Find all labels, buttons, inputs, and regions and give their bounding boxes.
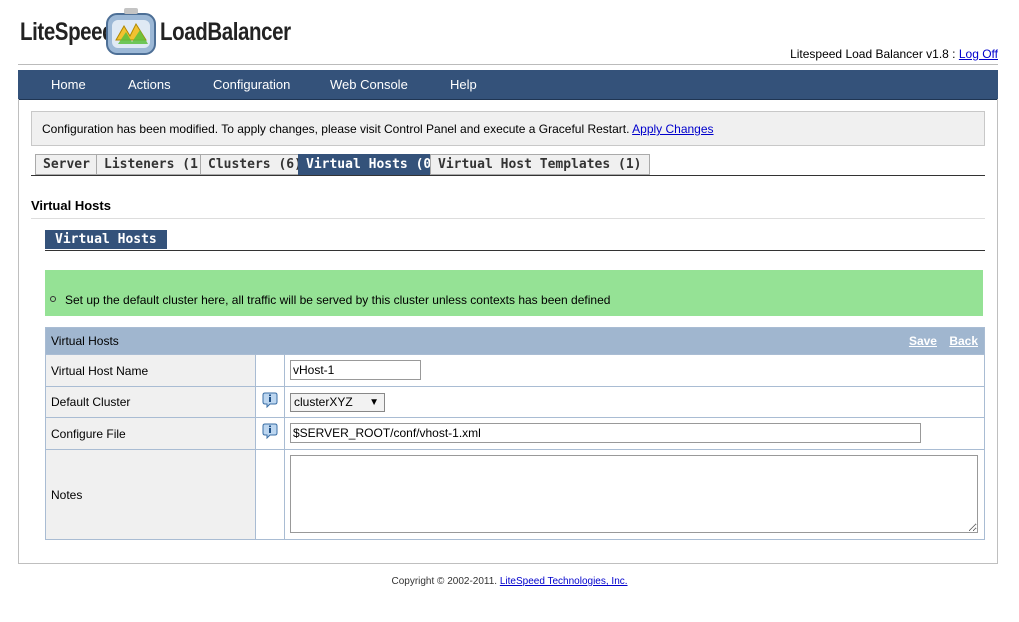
nav-help[interactable]: Help: [450, 77, 477, 92]
row-notes: Notes: [46, 449, 984, 539]
label-configure-file: Configure File: [46, 418, 256, 449]
tab-virtual-host-templates[interactable]: Virtual Host Templates (1): [430, 154, 650, 175]
tab-clusters[interactable]: Clusters (6): [200, 154, 310, 175]
nav-web-console[interactable]: Web Console: [330, 77, 408, 92]
row-default-cluster: Default Cluster clusterXYZ ▼: [46, 386, 984, 417]
configure-file-input[interactable]: [290, 423, 921, 443]
icon-column: [257, 450, 285, 539]
help-text: Set up the default cluster here, all tra…: [65, 293, 611, 307]
value-cell: [285, 355, 984, 386]
subtab-virtual-hosts[interactable]: Virtual Hosts: [45, 230, 167, 249]
main-navbar: Home Actions Configuration Web Console H…: [18, 70, 998, 100]
info-icon[interactable]: [262, 423, 278, 439]
config-modified-notice: Configuration has been modified. To appl…: [31, 111, 985, 146]
nav-configuration[interactable]: Configuration: [213, 77, 290, 92]
value-cell: [285, 450, 984, 539]
save-link[interactable]: Save: [909, 334, 937, 348]
table-title: Virtual Hosts: [51, 334, 119, 348]
version-bar: Litespeed Load Balancer v1.8 : Log Off: [790, 47, 998, 61]
notes-textarea[interactable]: [290, 455, 978, 533]
default-cluster-select[interactable]: clusterXYZ ▼: [290, 393, 385, 412]
tab-server[interactable]: Server: [35, 154, 98, 175]
dropdown-arrow-icon: ▼: [369, 397, 379, 408]
logo-text-loadbalancer: LoadBalancer: [160, 18, 291, 46]
section-title: Virtual Hosts: [31, 198, 111, 213]
table-header: Virtual Hosts Save Back: [46, 328, 984, 354]
icon-column: [257, 355, 285, 386]
label-notes: Notes: [46, 450, 256, 539]
table-actions: Save Back: [900, 334, 978, 348]
section-divider: [31, 218, 985, 219]
apply-changes-link[interactable]: Apply Changes: [632, 122, 713, 136]
label-virtual-host-name: Virtual Host Name: [46, 355, 256, 386]
footer: Copyright © 2002-2011. LiteSpeed Technol…: [0, 576, 1019, 587]
back-link[interactable]: Back: [949, 334, 978, 348]
virtual-host-name-input[interactable]: [290, 360, 421, 380]
logoff-link[interactable]: Log Off: [959, 47, 998, 61]
notice-text: Configuration has been modified. To appl…: [42, 122, 630, 136]
copyright-text: Copyright © 2002-2011.: [391, 576, 498, 587]
company-link[interactable]: LiteSpeed Technologies, Inc.: [500, 576, 628, 587]
tab-listeners[interactable]: Listeners (1): [96, 154, 214, 175]
help-message-box: Set up the default cluster here, all tra…: [45, 270, 983, 316]
icon-column: [257, 387, 285, 417]
icon-column: [257, 418, 285, 449]
product-version: Litespeed Load Balancer v1.8 :: [790, 47, 956, 61]
label-default-cluster: Default Cluster: [46, 387, 256, 417]
value-cell: [285, 418, 984, 449]
row-configure-file: Configure File: [46, 417, 984, 449]
logo-text-litespeed: LiteSpeed: [20, 18, 115, 46]
info-icon[interactable]: [262, 392, 278, 408]
main-panel: Configuration has been modified. To appl…: [18, 99, 998, 564]
nav-actions[interactable]: Actions: [128, 77, 171, 92]
tabs-divider: [31, 175, 985, 176]
row-virtual-host-name: Virtual Host Name: [46, 354, 984, 386]
selected-cluster: clusterXYZ: [294, 395, 353, 409]
virtual-host-form-table: Virtual Hosts Save Back Virtual Host Nam…: [45, 327, 985, 540]
bullet-icon: [50, 296, 56, 302]
tab-virtual-hosts[interactable]: Virtual Hosts (0): [298, 154, 448, 175]
top-divider: [18, 64, 998, 65]
value-cell: clusterXYZ ▼: [285, 387, 984, 417]
logo-icon: [106, 8, 156, 55]
nav-home[interactable]: Home: [51, 77, 86, 92]
subtab-divider: [45, 250, 985, 251]
